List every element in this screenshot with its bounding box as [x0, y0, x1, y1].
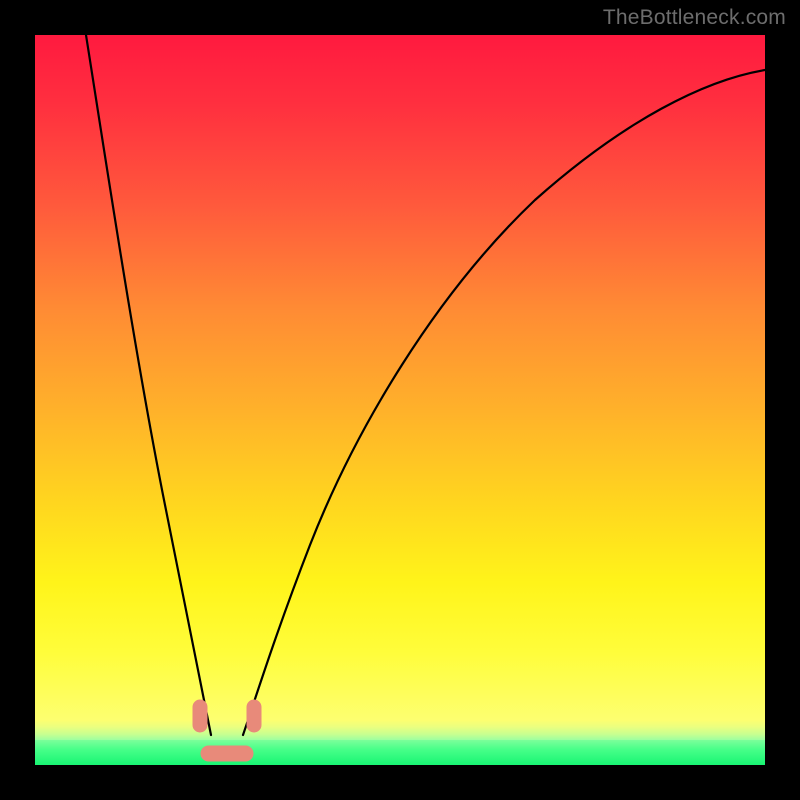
marker-bottom-bar [201, 746, 253, 761]
optimal-zone-markers [35, 35, 765, 765]
marker-left-cap [193, 700, 207, 732]
watermark-label: TheBottleneck.com [603, 6, 786, 30]
marker-right-cap [247, 700, 261, 732]
plot-area [35, 35, 765, 765]
chart-stage: TheBottleneck.com [0, 0, 800, 800]
